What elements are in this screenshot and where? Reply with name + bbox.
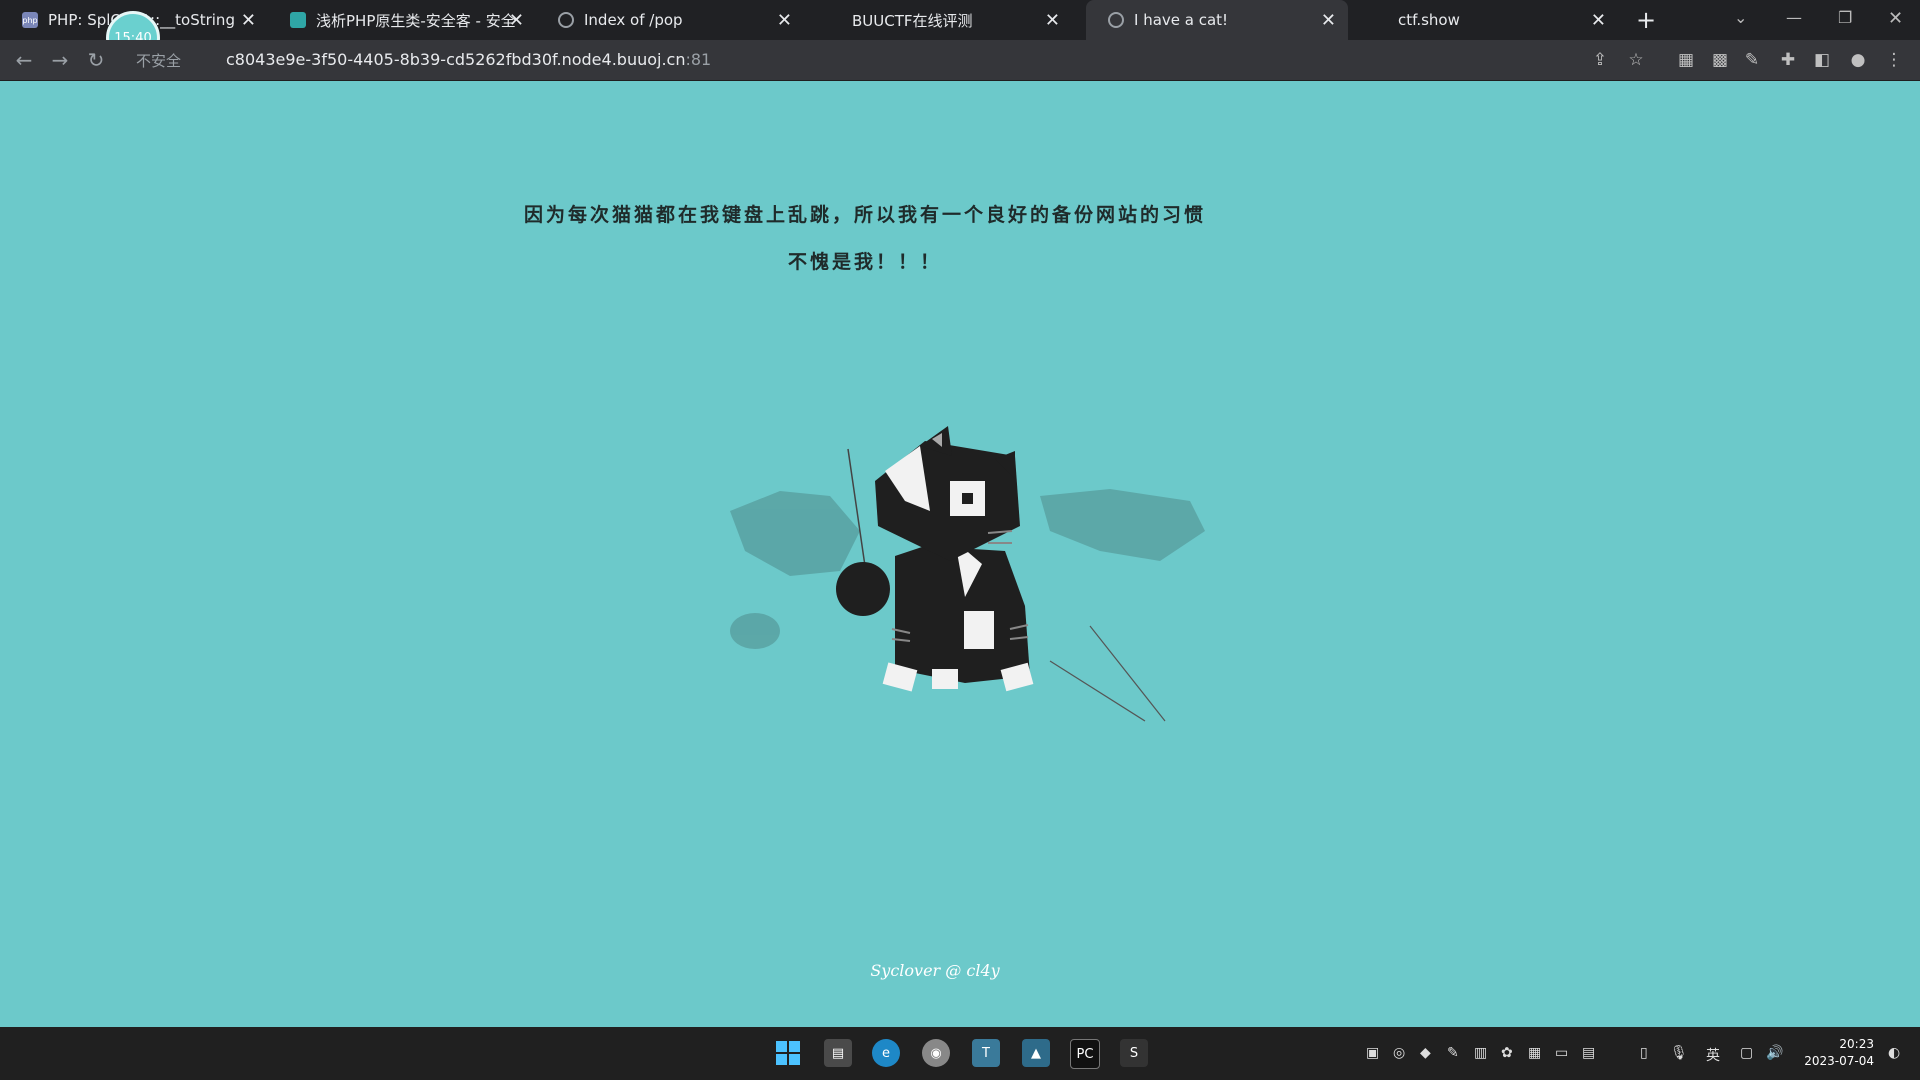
tab-title: BUUCTF在线评测 [852, 11, 973, 30]
cat-belly-patch [964, 611, 994, 649]
forward-arrow-icon[interactable]: → [48, 48, 72, 72]
close-icon[interactable]: ✕ [1045, 10, 1060, 31]
volume-icon[interactable]: 🔊 [1766, 1045, 1783, 1061]
yarn-string [1049, 660, 1146, 722]
close-icon[interactable]: ✕ [1321, 10, 1336, 31]
bookmark-star-icon[interactable]: ☆ [1624, 48, 1648, 72]
tab-title: ctf.show [1398, 11, 1460, 29]
reload-icon[interactable]: ↻ [84, 48, 108, 72]
profile-icon[interactable]: ● [1846, 48, 1870, 72]
tray-app-icon[interactable]: ✿ [1501, 1045, 1513, 1061]
close-icon[interactable]: ✕ [777, 10, 792, 31]
tray-app-icon[interactable]: ▭ [1555, 1045, 1568, 1061]
page-message-line1: 因为每次猫猫都在我键盘上乱跳，所以我有一个良好的备份网站的习惯 [523, 204, 1206, 226]
url-host: c8043e9e-3f50-4405-8b39-cd5262fbd30f.nod… [226, 50, 686, 69]
taskbar: ▤ e ◉ T ▲ PC S ▣ ◎ ◆ ✎ ▥ ✿ ▦ ▭ ▤ ▯ 🎙 英 ▢… [0, 1027, 1920, 1080]
tab-title: 浅析PHP原生类-安全客 - 安全资 [316, 11, 516, 30]
file-explorer-icon[interactable]: ▤ [824, 1039, 852, 1067]
input-language[interactable]: 英 [1706, 1045, 1720, 1065]
tray-app-icon[interactable]: ▤ [1582, 1045, 1595, 1061]
edge-icon[interactable]: e [872, 1039, 900, 1067]
menu-kebab-icon[interactable]: ⋮ [1882, 48, 1906, 72]
microphone-icon[interactable]: 🎙 [1670, 1045, 1688, 1061]
pycharm-icon[interactable]: PC [1070, 1039, 1100, 1069]
extension-icon[interactable]: ✎ [1740, 48, 1764, 72]
side-panel-icon[interactable]: ◧ [1810, 48, 1834, 72]
new-tab-button[interactable]: + [1632, 6, 1660, 34]
globe-icon [558, 12, 574, 28]
extension-icon[interactable]: ▦ [1674, 48, 1698, 72]
restore-icon[interactable]: ❐ [1838, 8, 1852, 27]
window-close-icon[interactable]: ✕ [1888, 8, 1903, 29]
back-arrow-icon[interactable]: ← [12, 48, 36, 72]
extensions-puzzle-icon[interactable]: ✚ [1776, 48, 1800, 72]
tray-shield-icon[interactable]: ◆ [1420, 1045, 1431, 1061]
page-content: 因为每次猫猫都在我键盘上乱跳，所以我有一个良好的备份网站的习惯 不愧是我！！！ [0, 81, 1920, 1027]
tab-ctfshow[interactable]: ctf.show ✕ [1350, 0, 1618, 40]
clock-date: 2023-07-04 [1804, 1054, 1874, 1068]
page-footer-credit: Syclover @ cl4y [870, 961, 1000, 980]
tray-app-icon[interactable]: ▦ [1528, 1045, 1541, 1061]
battery-icon[interactable]: ▯ [1640, 1045, 1648, 1061]
security-warning-label[interactable]: 不安全 [136, 50, 181, 71]
typora-icon[interactable]: T [972, 1039, 1000, 1067]
anquanke-favicon-icon [290, 12, 306, 28]
close-icon[interactable]: ✕ [241, 10, 256, 31]
terminal-icon[interactable]: ▲ [1022, 1039, 1050, 1067]
tab-search-icon[interactable]: ⌄ [1734, 8, 1747, 27]
chrome-icon[interactable]: ◉ [922, 1039, 950, 1067]
cat-pupil [962, 493, 973, 504]
tab-i-have-a-cat[interactable]: I have a cat! ✕ [1086, 0, 1348, 40]
minimize-icon[interactable]: — [1786, 8, 1802, 27]
buu-favicon-icon [826, 12, 842, 28]
close-icon[interactable]: ✕ [509, 10, 524, 31]
address-bar[interactable]: c8043e9e-3f50-4405-8b39-cd5262fbd30f.nod… [226, 50, 711, 69]
windows-start-icon[interactable] [774, 1039, 802, 1067]
tab-buuctf[interactable]: BUUCTF在线评测 ✕ [804, 0, 1072, 40]
tab-anquanke[interactable]: 浅析PHP原生类-安全客 - 安全资 ✕ [268, 0, 536, 40]
close-icon[interactable]: ✕ [1591, 10, 1606, 31]
tray-app-icon[interactable]: ✎ [1447, 1045, 1459, 1061]
page-message-line2: 不愧是我！！！ [787, 251, 942, 273]
extension-icon[interactable]: ▩ [1708, 48, 1732, 72]
yarn-string [1089, 625, 1166, 722]
share-icon[interactable]: ⇪ [1588, 48, 1612, 72]
yarn-ball [836, 562, 890, 616]
network-icon[interactable]: ▢ [1740, 1045, 1753, 1061]
clock-time: 20:23 [1839, 1037, 1874, 1051]
cat-paw [932, 669, 958, 689]
ctfshow-favicon-icon [1372, 12, 1388, 28]
url-port: :81 [685, 50, 712, 69]
sublime-icon[interactable]: S [1120, 1039, 1148, 1067]
tab-index-pop[interactable]: Index of /pop ✕ [536, 0, 804, 40]
php-favicon-icon: php [22, 12, 38, 28]
notification-icon[interactable]: ◐ [1888, 1045, 1900, 1061]
tray-app-icon[interactable]: ◎ [1393, 1045, 1405, 1061]
globe-icon [1108, 12, 1124, 28]
tab-title: I have a cat! [1134, 11, 1229, 29]
cat-illustration [730, 426, 1205, 722]
tray-app-icon[interactable]: ▥ [1474, 1045, 1487, 1061]
tab-bar: php PHP: SplO...ct::__toString ✕ 浅析PHP原生… [0, 0, 1920, 40]
tray-app-icon[interactable]: ▣ [1366, 1045, 1379, 1061]
system-clock[interactable]: 20:23 2023-07-04 [1804, 1036, 1874, 1070]
tab-title: Index of /pop [584, 11, 683, 29]
